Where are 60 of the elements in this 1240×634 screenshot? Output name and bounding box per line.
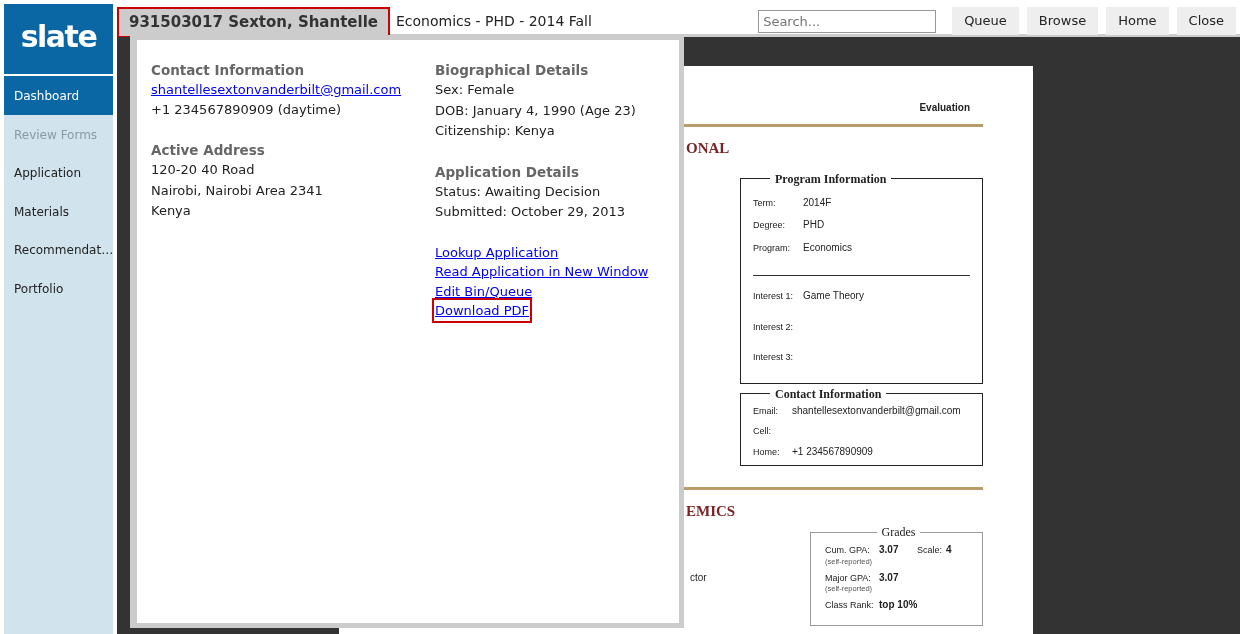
logo: slate <box>4 4 113 74</box>
sidebar-item[interactable]: Portfolio <box>4 268 113 307</box>
field-label: Program: <box>753 241 791 255</box>
nav-button[interactable]: Home <box>1106 7 1169 35</box>
field-value: 3.07 <box>879 570 900 585</box>
info-text: Nairobi, Nairobi Area 2341 <box>151 181 324 200</box>
field-value: Game Theory <box>803 289 864 303</box>
box-title: Grades <box>880 526 917 538</box>
email-link[interactable]: shantellesextonvanderbilt@gmail.com <box>151 80 402 99</box>
section-heading: EMICS <box>686 501 737 521</box>
program-text: Economics - PHD - 2014 Fall <box>394 12 592 31</box>
document-label: Evaluation <box>918 101 971 115</box>
field-label: Interest 2: <box>753 320 795 334</box>
sidebar-item[interactable]: Materials <box>4 191 113 230</box>
field-label: Term: <box>753 196 777 210</box>
action-link[interactable]: Edit Bin/Queue <box>435 281 533 301</box>
field-label: Scale: <box>917 544 943 557</box>
field-label: Degree: <box>753 219 787 232</box>
info-text: Submitted: October 29, 2013 <box>435 203 627 221</box>
action-link[interactable]: Read Application in New Window <box>435 262 649 281</box>
action-link[interactable]: Lookup Application <box>435 242 559 262</box>
info-text: Sex: Female <box>435 81 516 99</box>
search-field[interactable]: Search... <box>758 10 937 33</box>
field-value: shantellesextonvanderbilt@gmail.com <box>792 403 961 418</box>
field-label: Cum. GPA: <box>825 544 871 557</box>
info-text: Status: Awaiting Decision <box>435 182 602 201</box>
field-value: 3.07 <box>879 543 900 557</box>
box-title: Contact Information <box>774 387 883 400</box>
box-title: Program Information <box>774 172 888 185</box>
field-value: PHD <box>803 218 825 232</box>
field-value: +1 234567890909 <box>792 444 873 459</box>
field-label: Email: <box>753 404 779 418</box>
nav-button[interactable]: Browse <box>1026 7 1099 35</box>
section-heading: ONAL <box>686 139 731 158</box>
action-link[interactable]: Download PDF <box>435 301 530 320</box>
field-label: Interest 1: <box>753 290 795 303</box>
field-label: Major GPA: <box>825 571 872 585</box>
info-text: DOB: January 4, 1990 (Age 23) <box>435 101 637 120</box>
section-heading: Contact Information <box>151 61 306 80</box>
info-text: +1 234567890909 (daytime) <box>151 100 343 119</box>
section-heading: Application Details <box>435 162 581 182</box>
sidebar-item[interactable]: Application <box>4 153 113 192</box>
info-text: Kenya <box>151 202 192 220</box>
field-label: Cell: <box>753 425 772 438</box>
field-label: Home: <box>753 445 781 459</box>
nav-button[interactable]: Close <box>1176 7 1236 35</box>
field-value: 4 <box>946 543 952 557</box>
field-value: Economics <box>803 240 852 255</box>
field-label: Class Rank: <box>825 599 875 612</box>
info-text: 120-20 40 Road <box>151 161 256 179</box>
info-text: Citizenship: Kenya <box>435 122 556 140</box>
field-value: 2014F <box>803 195 832 210</box>
sidebar-item[interactable]: Recommendat… <box>4 230 113 269</box>
text-fragment: ctor <box>690 571 707 585</box>
section-heading: Biographical Details <box>435 61 590 80</box>
section-heading: Active Address <box>151 141 266 160</box>
nav-button[interactable]: Queue <box>952 7 1019 35</box>
field-label: Interest 3: <box>753 351 795 364</box>
sidebar-item[interactable]: Dashboard <box>4 76 113 115</box>
field-value: top 10% <box>879 598 917 612</box>
